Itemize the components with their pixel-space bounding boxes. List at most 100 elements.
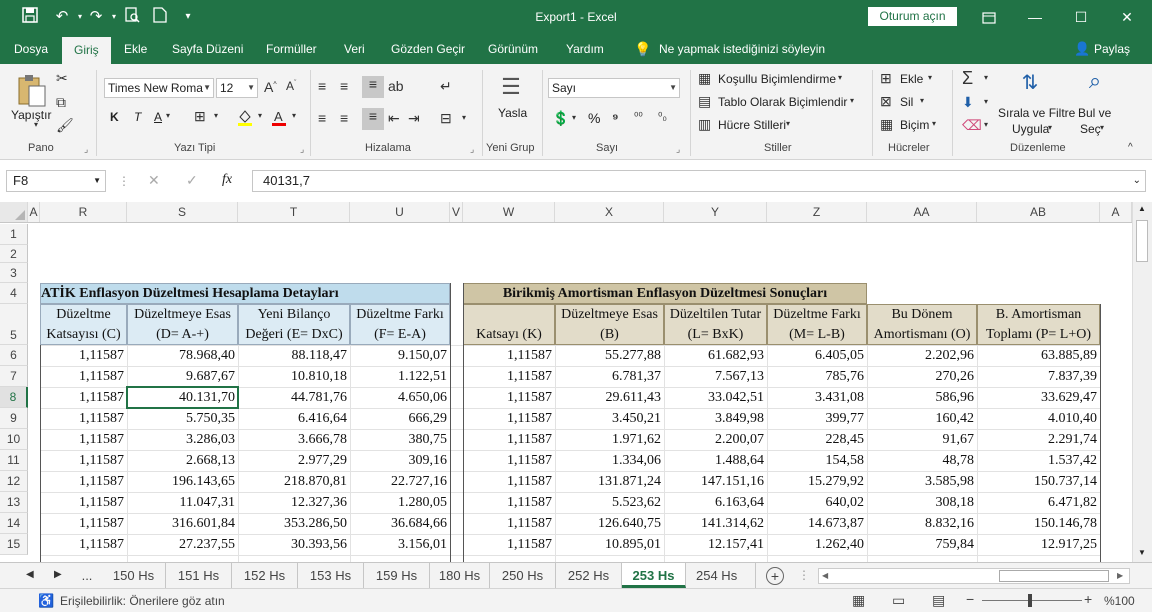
clipboard-launcher-icon[interactable]: ⌟ bbox=[84, 144, 88, 155]
sheet-tab[interactable]: 151 Hs bbox=[166, 563, 232, 588]
table-cell[interactable]: 7.837,39 bbox=[977, 366, 1100, 387]
number-format-combo[interactable]: Sayı ▼ bbox=[548, 78, 680, 98]
name-box[interactable]: F8 ▼ bbox=[6, 170, 106, 192]
table-cell[interactable]: 5.523,62 bbox=[555, 492, 664, 513]
sort-filter-icon[interactable]: ⇅ bbox=[1014, 70, 1046, 95]
table-cell[interactable]: 48,78 bbox=[867, 450, 977, 471]
redo-dropdown-icon[interactable]: ▾ bbox=[104, 7, 124, 27]
table-cell[interactable]: 6.781,37 bbox=[555, 366, 664, 387]
chevron-down-icon[interactable]: ▾ bbox=[984, 73, 988, 82]
formula-input[interactable]: 40131,7 ⌄ bbox=[252, 170, 1146, 192]
table-cell[interactable]: 399,77 bbox=[767, 408, 867, 429]
align-center-icon[interactable]: ≡ bbox=[340, 110, 348, 126]
orientation-icon[interactable]: ab bbox=[388, 78, 404, 94]
tab-splitter-icon[interactable]: ⋮ bbox=[798, 568, 810, 582]
table-cell[interactable]: 29.611,43 bbox=[555, 387, 664, 408]
enter-icon[interactable]: ✓ bbox=[186, 172, 198, 189]
italic-button[interactable]: T bbox=[134, 110, 141, 124]
column-header[interactable]: W bbox=[463, 202, 555, 222]
table-cell[interactable]: 586,96 bbox=[867, 387, 977, 408]
sheet-tab[interactable]: 153 Hs bbox=[298, 563, 364, 588]
table-cell[interactable]: 1,11587 bbox=[463, 387, 555, 408]
table-cell[interactable]: 1,11587 bbox=[40, 492, 127, 513]
column-header[interactable]: AB bbox=[977, 202, 1100, 222]
sort-filter-label-2[interactable]: Uygula bbox=[1012, 122, 1049, 136]
chevron-down-icon[interactable]: ▾ bbox=[984, 120, 988, 129]
row-header[interactable]: 14 bbox=[0, 513, 28, 534]
row-header[interactable]: 15 bbox=[0, 534, 28, 555]
share-button[interactable]: Paylaş bbox=[1094, 34, 1130, 64]
table-cell[interactable]: 131.871,24 bbox=[555, 471, 664, 492]
table-cell[interactable]: 3.585,98 bbox=[867, 471, 977, 492]
find-select-label[interactable]: Bul ve bbox=[1078, 106, 1111, 120]
underline-button[interactable]: A bbox=[154, 110, 162, 124]
table-cell[interactable]: 12.157,41 bbox=[664, 534, 767, 555]
font-size-combo[interactable]: 12 ▼ bbox=[216, 78, 258, 98]
tab-file[interactable]: Dosya bbox=[14, 34, 48, 64]
table-cell[interactable]: 6.471,82 bbox=[977, 492, 1100, 513]
column-header[interactable]: Y bbox=[664, 202, 767, 222]
table-cell[interactable]: 640,02 bbox=[767, 492, 867, 513]
conditional-format-button[interactable]: Koşullu Biçimlendirme bbox=[718, 72, 836, 86]
merge-center-icon[interactable]: ⊟ bbox=[440, 110, 452, 127]
table-cell[interactable]: 3.849,98 bbox=[664, 408, 767, 429]
tab-view[interactable]: Görünüm bbox=[488, 34, 538, 64]
font-color-icon[interactable]: A bbox=[270, 108, 288, 129]
row-header[interactable]: 1 bbox=[0, 224, 28, 245]
tab-page-layout[interactable]: Sayfa Düzeni bbox=[172, 34, 243, 64]
column-header[interactable]: V bbox=[450, 202, 463, 222]
format-cells-button[interactable]: Biçim bbox=[900, 118, 929, 132]
scroll-left-icon[interactable]: ◀ bbox=[822, 571, 828, 580]
table-cell[interactable]: 141.314,62 bbox=[664, 513, 767, 534]
table-cell[interactable]: 1.280,05 bbox=[350, 492, 450, 513]
table-cell[interactable]: 6.416,64 bbox=[238, 408, 350, 429]
vertical-scrollbar[interactable]: ▲ ▼ bbox=[1132, 202, 1152, 562]
table-cell[interactable]: 1,11587 bbox=[463, 471, 555, 492]
table-cell[interactable]: 2.668,13 bbox=[127, 450, 238, 471]
table-cell[interactable]: 126.640,75 bbox=[555, 513, 664, 534]
chevron-down-icon[interactable]: ▾ bbox=[166, 111, 170, 120]
table-cell[interactable]: 14.673,87 bbox=[767, 513, 867, 534]
table-cell[interactable]: 3.286,03 bbox=[127, 429, 238, 450]
column-header[interactable]: Z bbox=[767, 202, 867, 222]
number-launcher-icon[interactable]: ⌟ bbox=[676, 144, 680, 155]
fill-icon[interactable]: ⬇ bbox=[962, 94, 974, 111]
cut-icon[interactable]: ✂ bbox=[56, 70, 68, 87]
delete-cells-icon[interactable]: ⊠ bbox=[880, 93, 892, 110]
format-painter-icon[interactable]: 🖌 bbox=[56, 117, 74, 134]
table-cell[interactable]: 44.781,76 bbox=[238, 387, 350, 408]
table-cell[interactable]: 12.327,36 bbox=[238, 492, 350, 513]
table-cell[interactable]: 91,67 bbox=[867, 429, 977, 450]
redo-icon[interactable]: ↷ bbox=[86, 7, 106, 27]
more-sheets-button[interactable]: ... bbox=[72, 563, 102, 588]
column-header[interactable]: U bbox=[350, 202, 450, 222]
insert-cells-icon[interactable]: ⊞ bbox=[880, 70, 892, 87]
table-cell[interactable]: 1,11587 bbox=[40, 429, 127, 450]
scroll-thumb-horizontal[interactable] bbox=[999, 570, 1109, 582]
sheet-tab[interactable]: 152 Hs bbox=[232, 563, 298, 588]
paste-icon[interactable] bbox=[14, 72, 50, 108]
format-cells-icon[interactable]: ▦ bbox=[880, 116, 893, 133]
table-cell[interactable]: 1,11587 bbox=[463, 345, 555, 366]
column-header[interactable]: A bbox=[28, 202, 40, 222]
accessibility-status[interactable]: Erişilebilirlik: Önerilere göz atın bbox=[60, 594, 225, 608]
align-right-icon[interactable]: ≡ bbox=[362, 108, 384, 130]
tell-me-search[interactable]: Ne yapmak istediğinizi söyleyin bbox=[659, 34, 825, 64]
chevron-down-icon[interactable]: ▾ bbox=[258, 111, 262, 120]
save-icon[interactable] bbox=[20, 7, 40, 27]
table-cell[interactable]: 2.977,29 bbox=[238, 450, 350, 471]
alignment-launcher-icon[interactable]: ⌟ bbox=[470, 144, 474, 155]
table-cell[interactable]: 10.895,01 bbox=[555, 534, 664, 555]
table-cell[interactable]: 1,11587 bbox=[463, 450, 555, 471]
align-left-icon[interactable]: ≡ bbox=[318, 110, 326, 126]
chevron-down-icon[interactable]: ▾ bbox=[1048, 123, 1052, 132]
horizontal-scrollbar[interactable]: ◀ ▶ bbox=[818, 568, 1130, 584]
table-cell[interactable]: 4.650,06 bbox=[350, 387, 450, 408]
table-cell[interactable]: 2.200,07 bbox=[664, 429, 767, 450]
table-cell[interactable]: 759,84 bbox=[867, 534, 977, 555]
decrease-font-icon[interactable]: Aˇ bbox=[286, 79, 296, 93]
normal-view-icon[interactable]: ▦ bbox=[852, 592, 865, 609]
table-cell[interactable]: 218.870,81 bbox=[238, 471, 350, 492]
tab-data[interactable]: Veri bbox=[344, 34, 365, 64]
table-cell[interactable]: 1,11587 bbox=[463, 492, 555, 513]
